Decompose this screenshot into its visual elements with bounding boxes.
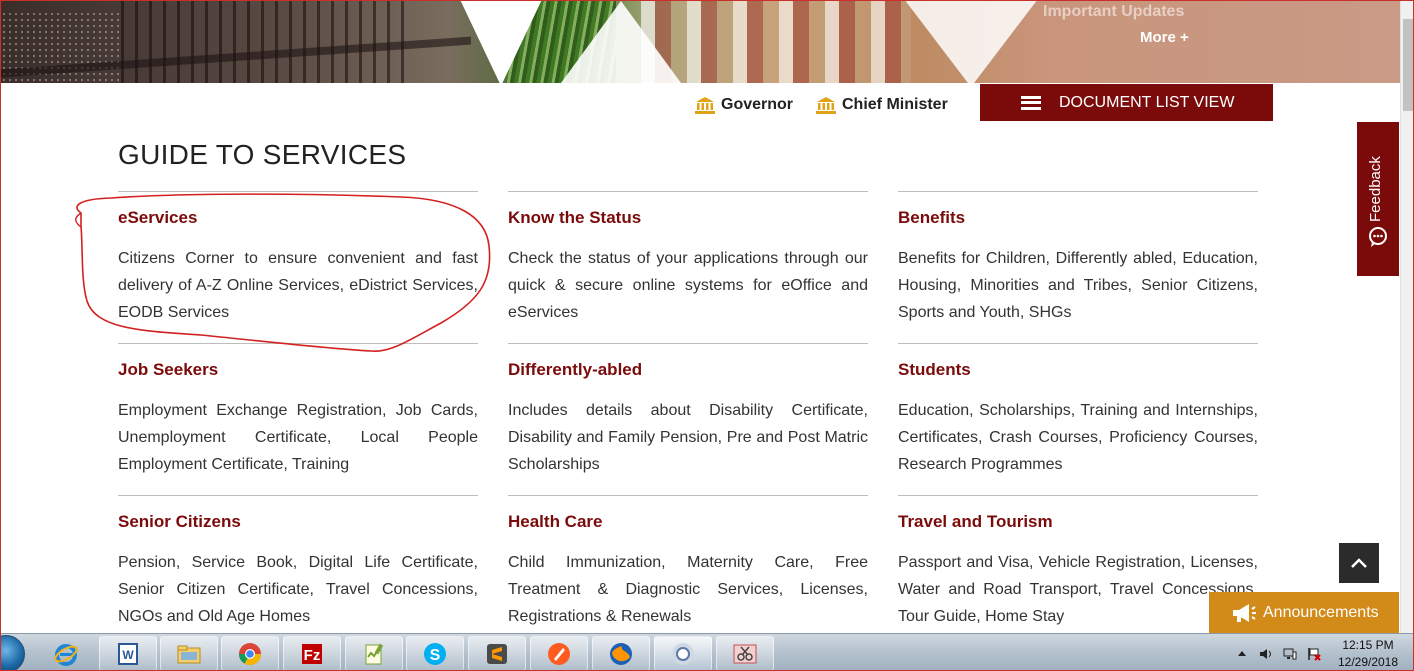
governor-label: Governor (721, 96, 794, 113)
service-title[interactable]: Health Care (508, 512, 868, 532)
service-description: Employment Exchange Registration, Job Ca… (118, 402, 478, 473)
governor-link[interactable]: Governor (695, 96, 793, 114)
service-card-eservices[interactable]: eServices Citizens Corner to ensure conv… (118, 191, 478, 326)
service-title[interactable]: Differently-abled (508, 360, 868, 380)
service-description: Passport and Visa, Vehicle Registration,… (898, 554, 1258, 625)
scroll-to-top-button[interactable] (1339, 543, 1379, 583)
network-icon[interactable] (1283, 647, 1297, 661)
document-list-view-label: DOCUMENT LIST VIEW (1059, 93, 1235, 111)
service-card-travel-and-tourism[interactable]: Travel and Tourism Passport and Visa, Ve… (898, 495, 1258, 630)
taskbar-filezilla[interactable]: Fz (283, 636, 341, 670)
service-title[interactable]: Job Seekers (118, 360, 478, 380)
service-card-students[interactable]: Students Education, Scholarships, Traini… (898, 343, 1258, 478)
pen-tool-icon (548, 642, 570, 665)
word-icon: W (118, 642, 138, 665)
service-card-benefits[interactable]: Benefits Benefits for Children, Differen… (898, 191, 1258, 326)
chrome-canary-icon (672, 642, 694, 665)
clock-date: 12/29/2018 (1337, 655, 1399, 669)
service-card-job-seekers[interactable]: Job Seekers Employment Exchange Registra… (118, 343, 478, 478)
service-title[interactable]: Senior Citizens (118, 512, 478, 532)
service-card-health-care[interactable]: Health Care Child Immunization, Maternit… (508, 495, 868, 630)
service-description: Pension, Service Book, Digital Life Cert… (118, 554, 478, 625)
taskbar-sublime-text[interactable] (468, 636, 526, 670)
service-description: Benefits for Children, Differently abled… (898, 250, 1258, 321)
browser-page: Important Updates More + Governor Chief … (0, 0, 1414, 671)
service-description: Check the status of your applications th… (508, 250, 868, 321)
government-building-icon (695, 97, 715, 114)
snipping-tool-icon (733, 644, 757, 663)
important-updates-title: Important Updates (1043, 3, 1185, 20)
hero-banner: Important Updates More + (1, 1, 1401, 83)
service-description: Citizens Corner to ensure convenient and… (118, 250, 478, 321)
firefox-icon (610, 642, 632, 665)
page-title: GUIDE TO SERVICES (118, 139, 407, 170)
page-scrollbar[interactable] (1400, 1, 1413, 633)
banner-triangle (901, 1, 1041, 83)
service-title[interactable]: eServices (118, 208, 478, 228)
taskbar-firefox[interactable] (592, 636, 650, 670)
start-button[interactable] (1, 635, 25, 670)
taskbar-skype[interactable]: S (406, 636, 464, 670)
chief-minister-label: Chief Minister (842, 96, 948, 113)
action-center-flag-icon[interactable] (1307, 647, 1321, 661)
chevron-up-icon[interactable] (1235, 647, 1249, 661)
banner-people-image (641, 1, 911, 83)
more-updates-link[interactable]: More + (1140, 29, 1189, 46)
megaphone-icon (1233, 603, 1256, 622)
service-description: Education, Scholarships, Training and In… (898, 402, 1258, 473)
notepad-plus-plus-icon (365, 643, 384, 664)
announcements-label: Announcements (1263, 603, 1379, 621)
service-card-senior-citizens[interactable]: Senior Citizens Pension, Service Book, D… (118, 495, 478, 630)
document-list-view-button[interactable]: DOCUMENT LIST VIEW (980, 84, 1273, 121)
banner-triangle (561, 1, 681, 83)
chat-bubble-icon (1369, 227, 1387, 247)
service-description: Includes details about Disability Certif… (508, 402, 868, 473)
taskbar-chrome[interactable] (221, 636, 279, 670)
banner-triangle (456, 1, 546, 83)
service-title[interactable]: Know the Status (508, 208, 868, 228)
banner-bridge-image (121, 1, 411, 83)
windows-taskbar: W Fz S 12:15 PM 12/29/2018 (1, 633, 1413, 670)
taskbar-snipping-tool[interactable] (716, 636, 774, 670)
chief-minister-link[interactable]: Chief Minister (816, 96, 948, 114)
taskbar-file-explorer[interactable] (160, 636, 218, 670)
svg-text:W: W (122, 648, 134, 662)
chevron-up-icon (1351, 558, 1367, 568)
chrome-icon (239, 642, 261, 665)
service-title[interactable]: Travel and Tourism (898, 512, 1258, 532)
hamburger-menu-icon (1021, 95, 1041, 110)
skype-icon: S (424, 642, 446, 665)
clock-time: 12:15 PM (1342, 638, 1394, 652)
taskbar-chrome-canary[interactable] (654, 636, 712, 670)
taskbar-word[interactable]: W (99, 636, 157, 670)
speaker-icon[interactable] (1259, 647, 1273, 661)
taskbar-pen-tool[interactable] (530, 636, 588, 670)
government-building-icon (816, 97, 836, 114)
service-card-differently-abled[interactable]: Differently-abled Includes details about… (508, 343, 868, 478)
feedback-tab[interactable]: Feedback (1357, 122, 1399, 276)
scrollbar-thumb[interactable] (1403, 19, 1413, 111)
folder-icon (177, 645, 201, 663)
announcements-button[interactable]: Announcements (1209, 592, 1399, 633)
svg-text:Fz: Fz (304, 647, 321, 664)
system-clock[interactable]: 12:15 PM 12/29/2018 (1331, 637, 1405, 670)
sublime-text-icon (487, 643, 507, 664)
service-card-know-the-status[interactable]: Know the Status Check the status of your… (508, 191, 868, 326)
filezilla-icon: Fz (302, 643, 322, 664)
service-description: Child Immunization, Maternity Care, Free… (508, 554, 868, 625)
service-title[interactable]: Students (898, 360, 1258, 380)
internet-explorer-icon (54, 643, 78, 666)
svg-text:S: S (430, 647, 441, 664)
service-title[interactable]: Benefits (898, 208, 1258, 228)
taskbar-internet-explorer[interactable] (37, 636, 95, 670)
feedback-label: Feedback (1367, 156, 1384, 222)
taskbar-notepad-plus-plus[interactable] (345, 636, 403, 670)
